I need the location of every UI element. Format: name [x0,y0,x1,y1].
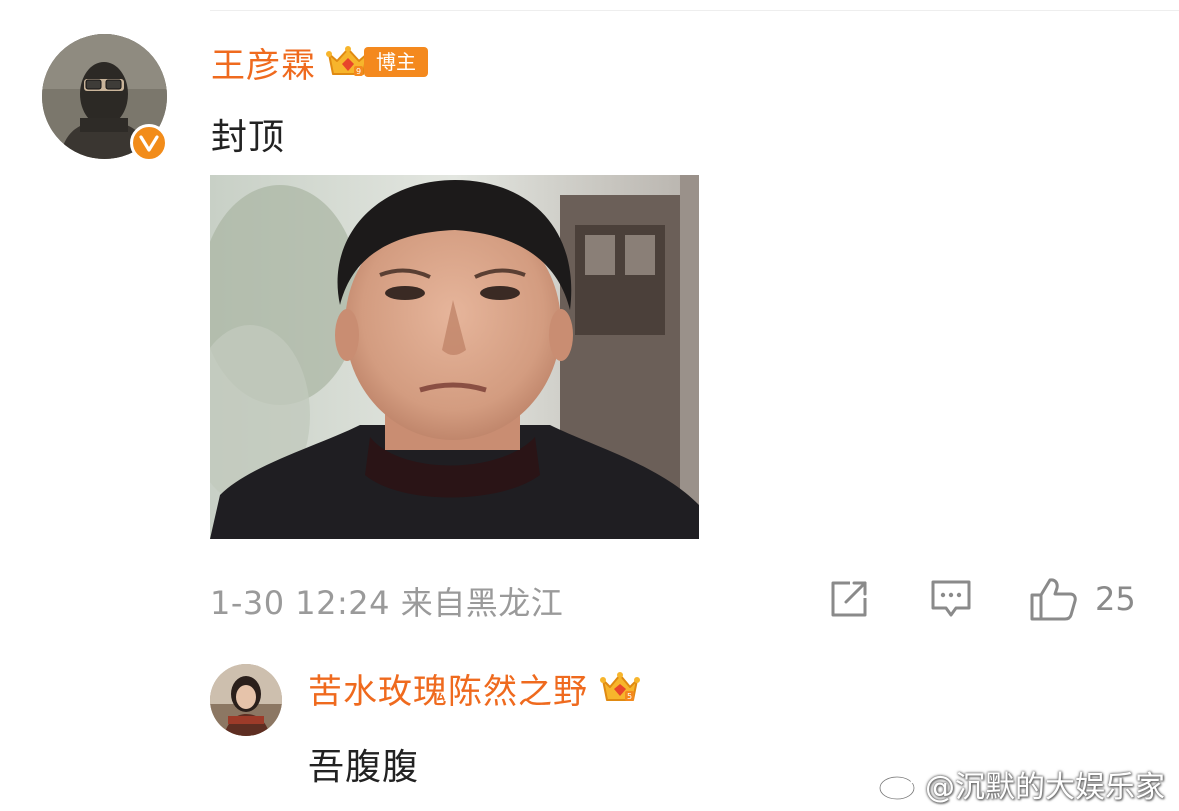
watermark-text: @沉默的大娱乐家 [925,770,1165,805]
like-button[interactable]: 25 [1029,576,1136,622]
reply-username[interactable]: 苦水玫瑰陈然之野 [308,664,588,713]
weibo-logo-icon [878,770,919,801]
reply-avatar-portrait [210,664,282,736]
reply-header: 苦水玫瑰陈然之野 5 [308,664,640,712]
reply-avatar[interactable] [210,664,282,736]
verified-badge [130,124,168,162]
like-count: 25 [1095,580,1136,618]
watermark: @沉默的大娱乐家 [877,762,1165,806]
share-icon [831,581,867,617]
share-button[interactable] [828,576,870,622]
comment-timestamp: 1-30 12:24 [210,584,391,622]
thumbs-up-icon [1030,578,1077,621]
comment-header: 王彦霖 9 博主 [211,38,428,86]
portrait-photo [210,175,699,539]
crown-icon: 5 [600,672,640,701]
reply-text: 吾腹腹 [308,747,420,788]
comment-meta: 1-30 12:24 来自黑龙江 [210,578,563,624]
blogger-badge-label: 博主 [364,47,428,77]
comment-text: 封顶 [211,117,286,158]
commenter-username[interactable]: 王彦霖 [211,38,316,87]
comment-button[interactable] [929,576,973,622]
svg-text:9: 9 [356,67,361,76]
comment-image[interactable] [210,175,699,539]
comment-location: 来自黑龙江 [400,584,564,622]
verified-v-icon [139,135,159,152]
comment-icon [931,580,971,617]
svg-text:5: 5 [627,692,632,701]
blogger-badge: 9 博主 [326,44,428,80]
top-divider [210,10,1179,11]
